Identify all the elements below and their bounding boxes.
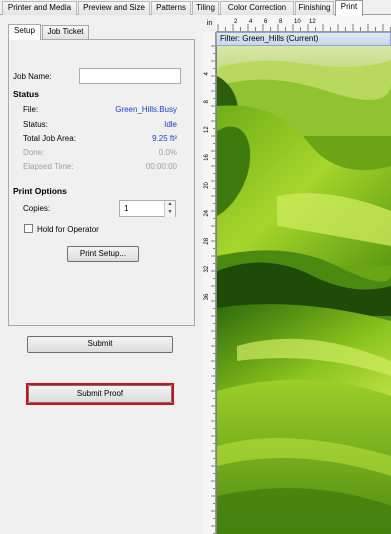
print-options-heading: Print Options [13,186,67,196]
hold-for-operator-checkbox[interactable] [24,224,33,233]
elapsed-time-value: 00:00:00 [145,162,177,171]
total-job-area-label: Total Job Area: [23,134,76,143]
elapsed-time-label: Elapsed Time: [23,162,74,171]
ruler-label-v: 36 [204,293,210,300]
ruler-label-v: 24 [204,209,210,216]
print-setup-button[interactable]: Print Setup... [67,246,139,262]
spin-down-icon[interactable]: ▼ [164,209,175,217]
copies-value[interactable]: 1 [124,204,128,213]
ruler-label-v: 4 [204,72,210,76]
tab-color-correction[interactable]: Color Correction [220,1,294,15]
total-job-area-value: 9.25 ft² [152,134,177,143]
tab-job-ticket[interactable]: Job Ticket [42,25,89,39]
ruler-label-h: 10 [294,19,301,25]
vertical-ruler-scale: 4 8 12 16 20 24 28 32 36 [204,45,215,534]
tab-patterns[interactable]: Patterns [151,1,191,15]
ruler-label-v: 16 [204,154,210,161]
ruler-label-h: 2 [234,19,238,25]
tab-tiling[interactable]: Tiling [192,1,219,15]
status-label: Status: [23,120,48,129]
tab-preview-and-size[interactable]: Preview and Size [78,1,150,15]
done-value: 0.0% [158,148,177,157]
print-settings-panel: Setup Job Ticket Job Name: Status File: … [0,15,203,534]
preview-title-bar: Filter: Green_Hills (Current) [216,32,391,46]
hold-for-operator-label[interactable]: Hold for Operator [37,225,99,234]
ruler-label-v: 32 [204,265,210,272]
preview-area[interactable]: Filter: Green_Hills (Current) [216,32,391,534]
copies-spinbox[interactable]: 1 ▲ ▼ [119,200,176,217]
horizontal-ruler-scale: 2 4 6 8 10 12 [217,19,391,31]
copies-label: Copies: [23,204,51,213]
setup-panel: Job Name: Status File: Green_Hills.Busy … [8,39,195,326]
status-value: Idle [164,120,177,129]
ruler-label-h: 12 [309,19,316,25]
ruler-label-v: 28 [204,237,210,244]
horizontal-ruler: 2 4 6 8 10 12 [216,15,391,32]
ruler-label-v: 8 [204,99,210,103]
job-name-label: Job Name: [13,72,52,81]
ruler-label-h: 6 [264,19,268,25]
spin-up-icon[interactable]: ▲ [164,201,175,209]
file-label: File: [23,105,39,114]
submit-proof-highlight [26,383,174,405]
ruler-label-h: 4 [249,19,253,25]
ruler-unit-label: in [203,15,216,32]
ruler-label-v: 20 [204,181,210,188]
vertical-ruler: 4 8 12 16 20 24 28 32 36 [203,32,216,534]
tab-print[interactable]: Print [335,0,363,16]
ruler-label-v: 12 [204,126,210,133]
top-tab-bar: Printer and Media Preview and Size Patte… [0,0,391,16]
green-hills-image [217,46,391,534]
ruler-label-h: 8 [279,19,283,25]
tab-printer-and-media[interactable]: Printer and Media [2,1,77,15]
done-label: Done: [23,148,45,157]
submit-button[interactable]: Submit [27,336,173,353]
tab-setup[interactable]: Setup [8,24,41,40]
status-heading: Status [13,89,39,99]
job-name-input[interactable] [79,68,181,84]
file-value: Green_Hills.Busy [115,105,177,114]
tab-finishing[interactable]: Finishing [295,1,334,15]
